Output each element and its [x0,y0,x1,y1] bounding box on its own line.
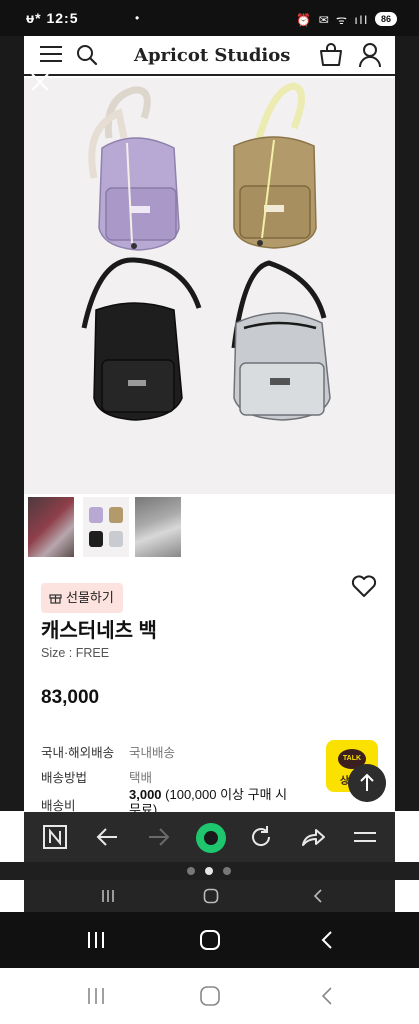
right-edge [395,36,419,811]
refresh-icon[interactable] [248,824,274,850]
scroll-top-button[interactable] [348,764,386,802]
home-icon[interactable] [199,985,221,1007]
brand-logo[interactable]: Apricot Studios [134,45,290,66]
back-arrow-icon[interactable] [94,824,120,850]
gift-button[interactable]: 선물하기 [41,583,123,613]
heart-icon[interactable] [351,574,377,598]
home-icon[interactable] [199,929,221,951]
forward-arrow-icon[interactable] [146,824,172,850]
browser-toolbar [24,812,395,862]
search-icon[interactable] [76,44,98,66]
gift-label: 선물하기 [66,590,114,605]
back-icon[interactable] [316,929,338,951]
thumbnail-1[interactable] [28,497,74,557]
menu-lines-icon[interactable] [352,824,378,850]
recents-icon[interactable] [100,888,116,904]
back-icon[interactable] [310,888,326,904]
shipping-label: 배송방법 [41,771,88,785]
lavender-bag [88,86,180,251]
silver-bag [231,260,331,421]
inner-nav-bar [24,880,395,912]
phone-screen: ᵾ* 12:5 • ⏰ ✉ ᯤ ıll 86 Apricot Studios 선… [0,0,419,1024]
gift-icon [49,594,62,604]
close-icon[interactable] [30,72,50,92]
status-time: ᵾ* 12:5 [26,10,79,26]
naver-n-icon[interactable] [42,824,68,850]
recents-icon[interactable] [85,929,107,951]
status-icons: ⏰ ✉ ᯤ ıll [296,13,369,27]
page-dot-active[interactable] [205,867,213,875]
user-icon[interactable] [358,42,382,68]
battery-icon: 86 [375,12,397,26]
black-bag [81,257,202,421]
menu-icon[interactable] [40,46,62,64]
shopping-bag-icon[interactable] [318,42,344,68]
page-dot[interactable] [187,867,195,875]
system-nav-bar-dark [0,912,419,968]
page-dot[interactable] [223,867,231,875]
back-icon[interactable] [316,985,338,1007]
thumbnail-2[interactable] [83,497,129,557]
page-indicator [0,862,419,880]
site-header: Apricot Studios [24,36,395,76]
notification-dot: • [135,11,140,25]
khaki-bag [233,82,317,249]
shipping-label: 국내·해외배송 [41,746,115,760]
product-main-image[interactable] [24,78,395,494]
home-icon[interactable] [203,888,219,904]
product-name: 캐스터네츠 백 [41,620,157,642]
size-label: Size : FREE [41,646,110,660]
shipping-fee-amount: 3,000 [129,787,162,802]
thumbnail-3[interactable] [135,497,181,557]
left-edge [0,36,24,811]
share-icon[interactable] [300,824,326,850]
recents-icon[interactable] [85,985,107,1007]
product-price: 83,000 [41,687,100,708]
product-info: 선물하기 캐스터네츠 백 Size : FREE 83,000 국내·해외배송 … [24,560,395,817]
shipping-value: 국내배송 [129,746,176,760]
shipping-value: 택배 [129,771,153,785]
system-nav-bar-light [0,968,419,1024]
status-bar: ᵾ* 12:5 • ⏰ ✉ ᯤ ıll 86 [0,0,419,36]
green-dot-icon[interactable] [195,822,227,854]
bags-illustration [81,82,331,421]
